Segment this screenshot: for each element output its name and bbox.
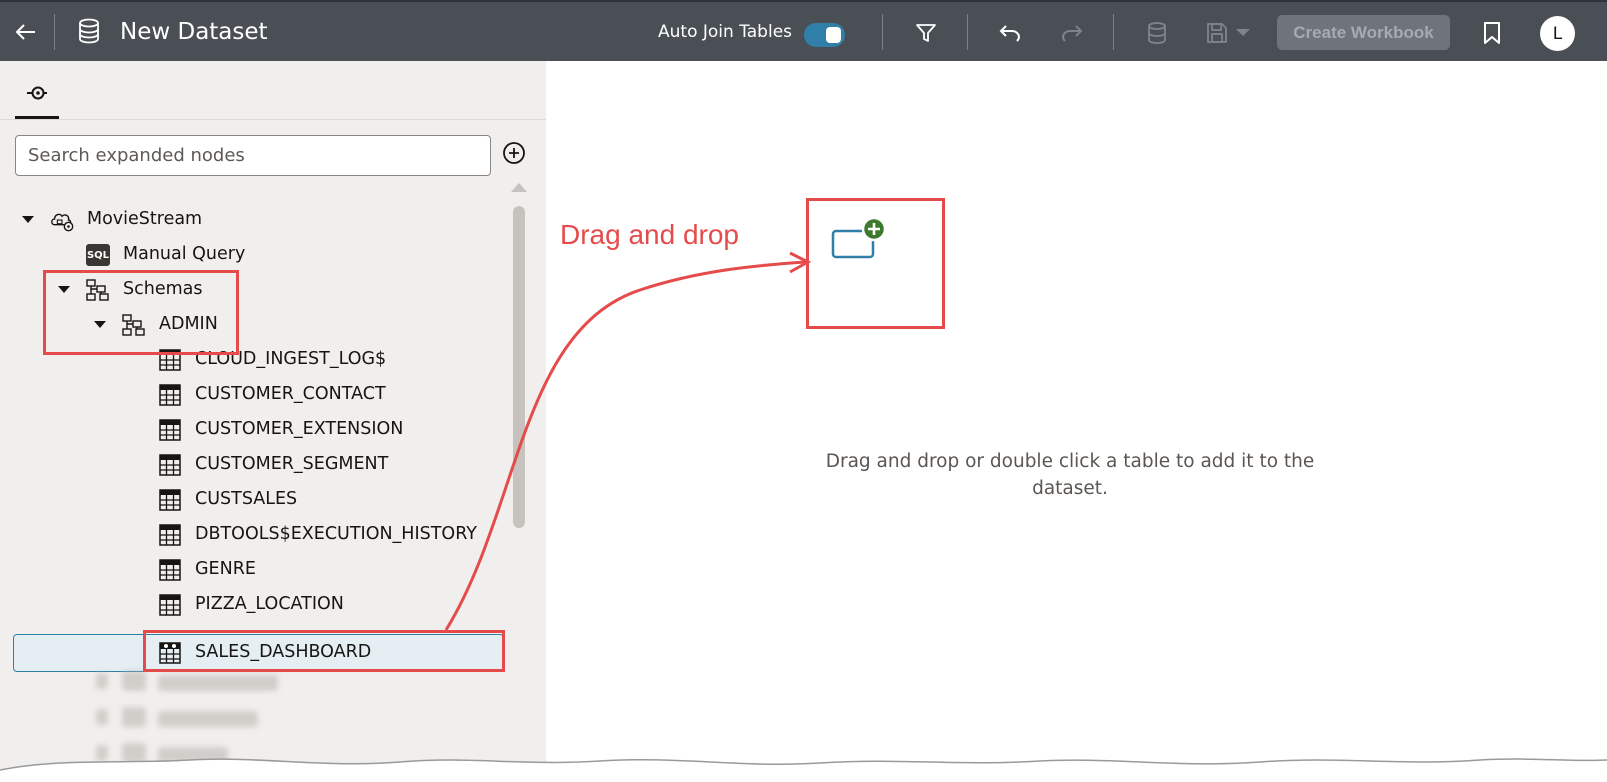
annotation-label: Drag and drop [560, 219, 740, 250]
data-panel: MovieStream SQL Manual Query Schemas ADM… [0, 61, 546, 782]
expand-caret-icon[interactable] [58, 286, 70, 293]
table-label: GENRE [195, 559, 256, 579]
table-label: CUSTOMER_CONTACT [195, 384, 386, 404]
undo-icon [999, 25, 1021, 42]
table-icon [157, 452, 183, 478]
table-label: PIZZA_LOCATION [195, 594, 344, 614]
sql-icon: SQL [85, 242, 111, 268]
tree-node-admin[interactable]: ADMIN [0, 310, 500, 340]
table-node[interactable]: CUSTOMER_EXTENSION [0, 415, 500, 445]
scroll-up-arrow[interactable] [511, 183, 527, 192]
table-node[interactable]: DBTOOLS$EXECUTION_HISTORY [0, 520, 500, 550]
undo-button[interactable] [988, 16, 1032, 50]
tree-node-manual-query[interactable]: SQL Manual Query [0, 240, 500, 270]
table-icon [157, 557, 183, 583]
divider [0, 119, 546, 120]
sql-badge: SQL [86, 244, 110, 266]
table-node[interactable]: GENRE [0, 555, 500, 585]
create-workbook-button[interactable]: Create Workbook [1277, 15, 1450, 50]
table-icon [157, 522, 183, 548]
divider [967, 14, 968, 50]
cloud-connection-icon [49, 207, 75, 233]
table-label: CUSTSALES [195, 489, 298, 509]
save-icon [1207, 23, 1227, 43]
divider [882, 14, 883, 50]
tab-connections[interactable] [15, 71, 59, 115]
tree-node-label: ADMIN [159, 314, 218, 334]
expand-caret-icon[interactable] [22, 216, 34, 223]
hint-line-2: dataset. [1032, 478, 1108, 499]
tree-node-moviestream[interactable]: MovieStream [0, 205, 500, 235]
auto-join-label: Auto Join Tables [658, 22, 793, 42]
table-node[interactable]: CLOUD_INGEST_LOG$ [0, 345, 500, 375]
auto-join-toggle[interactable] [804, 23, 845, 47]
header-bar: New Dataset Auto Join Tables Create Work… [0, 0, 1607, 61]
toggle-knob [826, 27, 841, 43]
table-label: CUSTOMER_SEGMENT [195, 454, 389, 474]
schema-icon [85, 277, 111, 303]
tree-node-label: Manual Query [123, 244, 246, 264]
table-label: CLOUD_INGEST_LOG$ [195, 349, 387, 369]
table-node[interactable]: PIZZA_LOCATION [0, 590, 500, 620]
page-title: New Dataset [120, 19, 268, 45]
join-diagram-canvas[interactable] [546, 61, 1607, 782]
dataset-icon [74, 16, 104, 46]
add-circle-icon [503, 142, 525, 164]
table-node[interactable]: CUSTOMER_SEGMENT [0, 450, 500, 480]
table-icon [157, 382, 183, 408]
add-table-icon [829, 214, 889, 274]
filter-icon [916, 24, 936, 42]
database-icon [1148, 22, 1166, 44]
table-label: SALES_DASHBOARD [195, 642, 372, 662]
table-node[interactable]: CUSTSALES [0, 485, 500, 515]
canvas-hint: Drag and drop or double click a table to… [810, 448, 1330, 502]
tree-node-label: Schemas [123, 279, 203, 299]
back-button[interactable] [4, 10, 48, 54]
table-node[interactable]: CUSTOMER_CONTACT [0, 380, 500, 410]
table-label: DBTOOLS$EXECUTION_HISTORY [195, 524, 477, 544]
add-button[interactable] [500, 139, 528, 167]
bookmark-button[interactable] [1470, 16, 1514, 50]
divider [1113, 14, 1114, 50]
bookmark-icon [1484, 22, 1500, 44]
table-icon [157, 592, 183, 618]
save-menu-button[interactable] [1198, 16, 1258, 50]
redo-button[interactable] [1050, 16, 1094, 50]
tree-node-schemas[interactable]: Schemas [0, 275, 500, 305]
table-label: CUSTOMER_EXTENSION [195, 419, 404, 439]
chevron-down-icon [1236, 29, 1250, 36]
scrollbar-thumb[interactable] [513, 206, 525, 528]
divider [54, 14, 55, 50]
expand-caret-icon[interactable] [94, 321, 106, 328]
connections-icon [27, 86, 47, 100]
table-icon [157, 417, 183, 443]
blurred-tree-rows [86, 661, 306, 781]
database-button[interactable] [1135, 16, 1179, 50]
tree-node-label: MovieStream [87, 209, 203, 229]
avatar[interactable]: L [1540, 16, 1575, 51]
search-input[interactable] [15, 135, 491, 176]
table-icon [157, 347, 183, 373]
filter-button[interactable] [904, 16, 948, 50]
table-icon [157, 487, 183, 513]
redo-icon [1061, 25, 1083, 42]
hint-line-1: Drag and drop or double click a table to… [825, 451, 1315, 472]
back-arrow-icon [15, 24, 35, 40]
schema-icon [121, 312, 147, 338]
